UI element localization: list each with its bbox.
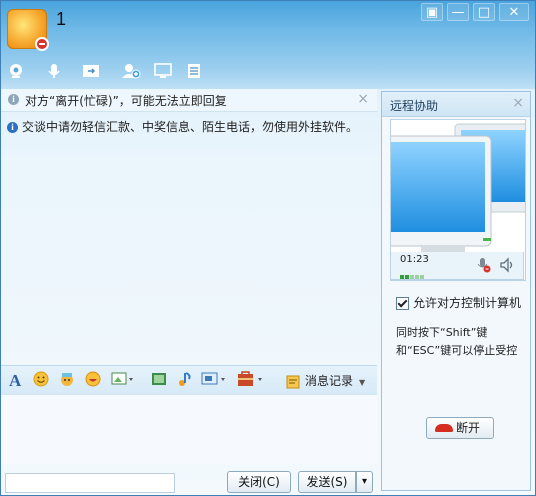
history-icon [286,375,300,388]
close-notice-button[interactable]: × [357,91,369,107]
app-menu-button[interactable]: ▼ [185,59,203,99]
checkbox-checked-icon[interactable] [396,297,409,310]
contact-name[interactable]: 1 [56,9,66,30]
add-contact-button[interactable] [121,59,141,83]
minimize-button[interactable]: — [447,3,469,21]
message-input-area[interactable] [1,394,377,464]
history-label: 消息记录 [305,374,354,388]
title-bar[interactable]: 1 ▣ — □ ✕ ▼ ▼ ▼ ▼ [1,1,535,99]
video-call-icon [10,64,22,78]
remote-desktop-button[interactable] [153,59,173,83]
music-icon[interactable] [177,371,193,387]
remote-panel-header: 远程协助 × [382,92,530,117]
image-icon[interactable] [151,371,167,387]
video-call-button[interactable]: ▼ [7,59,25,99]
close-remote-panel-button[interactable]: × [512,95,524,111]
app-box-icon[interactable] [237,371,265,387]
session-timer: 01:23 [400,254,429,265]
allow-control-label: 允许对方控制计算机 [413,296,522,310]
session-status-bar: 01:23 [390,252,524,280]
system-message: i 交谈中请勿轻信汇款、中奖信息、陌生电话，勿使用外挂软件。 [7,118,358,135]
emoji-icon[interactable] [33,371,49,387]
close-window-button[interactable]: ✕ [499,3,529,21]
window-mode-button[interactable]: ▣ [421,3,443,21]
remote-assistance-panel: 远程协助 × 01:23 允许对方控制计算机 同时按下“Shift”键和“ESC… [381,91,531,491]
remote-panel-title: 远程协助 [390,99,439,113]
bottom-bar: 关闭(C) 发送(S) ▾ [1,465,377,495]
jokes-icon[interactable] [85,371,101,387]
away-notice-bar: i 对方“离开(忙碌)”，可能无法立即回复 × [1,89,377,112]
system-message-text: 交谈中请勿轻信汇款、中奖信息、陌生电话，勿使用外挂软件。 [22,120,359,134]
message-toolbar: A 消息记录 ▼ [1,365,377,395]
hang-up-phone-icon [435,424,453,432]
ad-input-field[interactable] [5,473,175,493]
screen-capture-icon[interactable] [201,371,227,387]
info-icon: i [8,94,19,105]
voice-call-icon [48,64,60,78]
speaker-icon[interactable] [499,257,515,273]
svg-text:A: A [9,371,22,389]
chat-window: 1 ▣ — □ ✕ ▼ ▼ ▼ ▼ i 对方“ [0,0,536,496]
add-contact-icon [122,64,141,79]
away-notice-text: 对方“离开(忙碌)”，可能无法立即回复 [25,94,227,108]
disconnect-button[interactable]: 断开 [426,417,494,439]
voice-call-button[interactable]: ▼ [45,59,63,99]
screenshot-icon[interactable] [111,371,135,387]
send-options-dropdown[interactable]: ▾ [356,471,373,493]
disconnect-label: 断开 [456,421,481,435]
signal-strength-icon [400,268,425,282]
file-transfer-button[interactable]: ▼ [81,59,101,99]
info-icon: i [7,122,18,133]
mic-muted-icon[interactable] [475,257,491,273]
contact-avatar[interactable] [7,9,49,51]
file-transfer-icon [83,65,99,77]
busy-status-icon [35,37,49,51]
app-menu-icon [188,64,200,78]
message-history-button[interactable]: 消息记录 ▼ [286,372,365,389]
close-chat-button[interactable]: 关闭(C) [227,471,291,493]
gift-icon[interactable] [59,371,75,387]
maximize-button[interactable]: □ [473,3,495,21]
stop-control-hint: 同时按下“Shift”键和“ESC”键可以停止受控 [396,326,518,357]
send-button[interactable]: 发送(S) [298,471,356,493]
font-icon[interactable]: A [7,371,25,389]
remote-desktop-icon [154,63,172,78]
allow-control-checkbox[interactable]: 允许对方控制计算机 [396,294,521,311]
